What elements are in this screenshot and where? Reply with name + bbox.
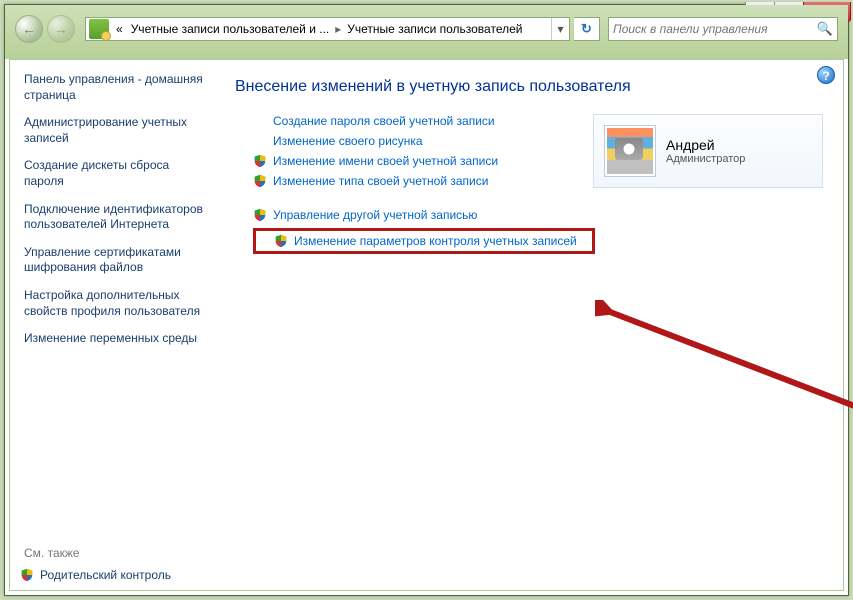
back-button[interactable]: ← bbox=[15, 15, 43, 43]
refresh-button[interactable]: ↻ bbox=[574, 17, 600, 41]
breadcrumb-2[interactable]: Учетные записи пользователей bbox=[343, 22, 526, 36]
sidebar-link-online-ids[interactable]: Подключение идентификаторов пользователе… bbox=[24, 202, 205, 233]
breadcrumb-prefix: « bbox=[112, 22, 127, 36]
forward-button[interactable]: → bbox=[47, 15, 75, 43]
highlighted-task: Изменение параметров контроля учетных за… bbox=[253, 228, 595, 254]
see-also-label: См. также bbox=[24, 546, 205, 560]
breadcrumb-sep-icon: ▸ bbox=[333, 22, 343, 36]
parental-control-link[interactable]: Родительский контроль bbox=[20, 568, 205, 582]
user-name: Андрей bbox=[666, 137, 745, 153]
sidebar: Панель управления - домашняя страница Ад… bbox=[10, 60, 215, 590]
parental-control-label: Родительский контроль bbox=[40, 568, 171, 582]
task-link-label: Управление другой учетной записью bbox=[273, 208, 477, 222]
help-icon[interactable]: ? bbox=[817, 66, 835, 84]
annotation-arrow bbox=[595, 300, 853, 480]
navigation-bar: ← → « Учетные записи пользователей и ...… bbox=[9, 11, 844, 47]
task-manage-other[interactable]: Управление другой учетной записью bbox=[253, 208, 823, 222]
search-icon: 🔍 bbox=[817, 21, 833, 37]
main-panel: ? Внесение изменений в учетную запись по… bbox=[215, 60, 843, 590]
sidebar-link-env[interactable]: Изменение переменных среды bbox=[24, 331, 205, 347]
content-area: Панель управления - домашняя страница Ад… bbox=[9, 59, 844, 591]
breadcrumb-1[interactable]: Учетные записи пользователей и ... bbox=[127, 22, 334, 36]
search-box[interactable]: 🔍 bbox=[608, 17, 838, 41]
address-bar[interactable]: « Учетные записи пользователей и ... ▸ У… bbox=[85, 17, 570, 41]
sidebar-home-link[interactable]: Панель управления - домашняя страница bbox=[24, 72, 205, 103]
shield-icon bbox=[20, 568, 34, 582]
address-dropdown[interactable]: ▾ bbox=[551, 18, 569, 40]
user-role: Администратор bbox=[666, 153, 745, 165]
search-input[interactable] bbox=[613, 22, 817, 36]
page-title: Внесение изменений в учетную запись поль… bbox=[235, 78, 823, 96]
task-link-label: Создание пароля своей учетной записи bbox=[273, 114, 495, 128]
sidebar-link-certs[interactable]: Управление сертификатами шифрования файл… bbox=[24, 245, 205, 276]
sidebar-link-reset-disk[interactable]: Создание дискеты сброса пароля bbox=[24, 158, 205, 189]
task-links-group-2: Управление другой учетной записью Измене… bbox=[253, 208, 823, 254]
task-link-label: Изменение типа своей учетной записи bbox=[273, 174, 488, 188]
task-uac-settings[interactable]: Изменение параметров контроля учетных за… bbox=[274, 234, 586, 248]
shield-icon bbox=[274, 234, 288, 248]
task-link-label: Изменение имени своей учетной записи bbox=[273, 154, 498, 168]
user-info: Андрей Администратор bbox=[666, 137, 745, 165]
sidebar-link-profile[interactable]: Настройка дополнительных свойств профиля… bbox=[24, 288, 205, 319]
user-avatar bbox=[604, 125, 656, 177]
sidebar-link-admin[interactable]: Администрирование учетных записей bbox=[24, 115, 205, 146]
shield-icon bbox=[253, 154, 267, 168]
task-link-label: Изменение своего рисунка bbox=[273, 134, 423, 148]
user-card[interactable]: Андрей Администратор bbox=[593, 114, 823, 188]
shield-icon bbox=[253, 174, 267, 188]
toolbar-area: ← → « Учетные записи пользователей и ...… bbox=[5, 5, 848, 59]
shield-icon bbox=[253, 208, 267, 222]
location-icon bbox=[89, 19, 109, 39]
task-link-label: Изменение параметров контроля учетных за… bbox=[294, 234, 577, 248]
window: ▁ ▢ ✕ ← → « Учетные записи пользователей… bbox=[4, 4, 849, 596]
